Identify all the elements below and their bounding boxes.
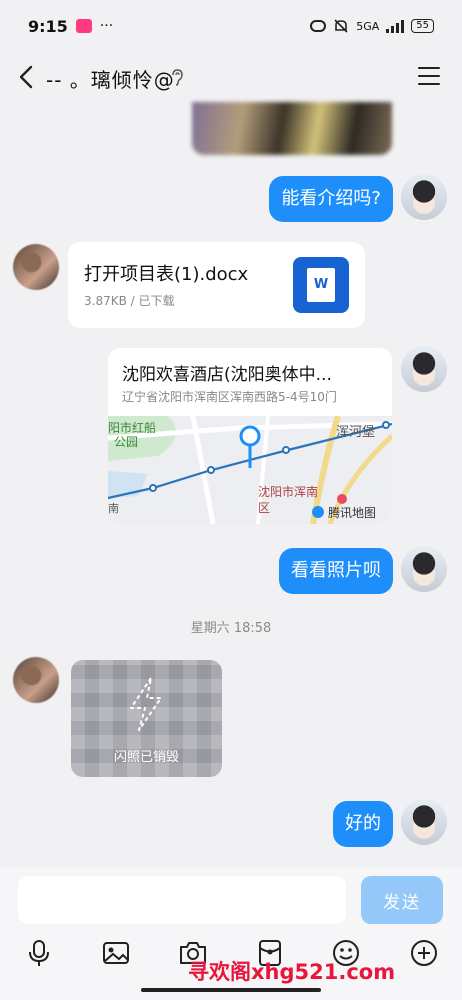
file-message-card[interactable]: 打开项目表(1).docx 3.87KB / 已下载 W xyxy=(68,242,365,328)
my-avatar[interactable] xyxy=(401,546,447,592)
battery-icon: 55 xyxy=(411,19,434,33)
map-preview: 阳市红船 公园 浑河堡 沈阳市浑南 区 腾讯地图 南 xyxy=(108,416,392,524)
home-indicator[interactable] xyxy=(141,988,321,992)
location-message-card[interactable]: 沈阳欢喜酒店(沈阳奥体中... 辽宁省沈阳市浑南区浑南西路5-4号10门 阳市红… xyxy=(108,348,392,524)
location-address: 辽宁省沈阳市浑南区浑南西路5-4号10门 xyxy=(122,390,337,404)
svg-text:公园: 公园 xyxy=(114,435,138,449)
my-message-bubble[interactable]: 看看照片呗 xyxy=(279,548,393,594)
watermark: 寻欢阁xhg521.com xyxy=(188,960,396,984)
location-title: 沈阳欢喜酒店(沈阳奥体中... xyxy=(122,365,332,385)
network-type: 5GA xyxy=(356,19,380,33)
my-message-bubble[interactable]: 能看介绍吗? xyxy=(269,176,393,222)
my-avatar[interactable] xyxy=(401,799,447,845)
menu-icon[interactable] xyxy=(418,67,440,87)
back-arrow-icon[interactable] xyxy=(16,64,40,90)
svg-text:浑河堡: 浑河堡 xyxy=(336,424,375,440)
my-avatar[interactable] xyxy=(401,174,447,220)
flash-photo-label: 闪照已销毁 xyxy=(113,750,179,765)
mute-icon xyxy=(334,19,348,33)
link-icon xyxy=(310,20,327,32)
microphone-icon[interactable] xyxy=(24,938,54,968)
svg-text:南: 南 xyxy=(108,502,119,515)
my-avatar[interactable] xyxy=(401,346,447,392)
status-bar: 9:15 ··· 5GA 55 xyxy=(0,0,462,52)
lightning-icon xyxy=(130,677,162,731)
flash-photo-card[interactable]: 闪照已销毁 xyxy=(71,660,222,777)
ear-icon xyxy=(172,69,183,86)
svg-text:腾讯地图: 腾讯地图 xyxy=(328,505,376,520)
status-indicators: 5GA 55 xyxy=(310,18,434,34)
status-time: 9:15 xyxy=(28,16,68,36)
word-document-icon: W xyxy=(293,257,349,313)
send-button[interactable]: 发送 xyxy=(361,876,443,924)
chat-title[interactable]: -- 。璃倾怜@ xyxy=(46,64,175,93)
contact-avatar[interactable] xyxy=(13,657,59,703)
my-message-bubble[interactable]: 好的 xyxy=(333,801,393,847)
more-notifications-icon: ··· xyxy=(99,18,114,34)
message-input[interactable] xyxy=(18,876,346,924)
app-notification-icon xyxy=(75,19,92,33)
message-timestamp: 星期六 18:58 xyxy=(190,621,272,636)
add-icon[interactable] xyxy=(409,938,439,968)
signal-icon xyxy=(386,19,405,33)
shared-image[interactable] xyxy=(192,102,392,155)
file-name: 打开项目表(1).docx xyxy=(84,264,249,285)
contact-avatar[interactable] xyxy=(13,244,59,290)
svg-text:沈阳市浑南: 沈阳市浑南 xyxy=(258,484,318,499)
file-meta: 3.87KB / 已下载 xyxy=(84,294,175,308)
svg-text:区: 区 xyxy=(258,501,270,515)
svg-text:阳市红船: 阳市红船 xyxy=(108,420,156,435)
chat-header: -- 。璃倾怜@ xyxy=(0,52,462,102)
image-icon[interactable] xyxy=(101,938,131,968)
